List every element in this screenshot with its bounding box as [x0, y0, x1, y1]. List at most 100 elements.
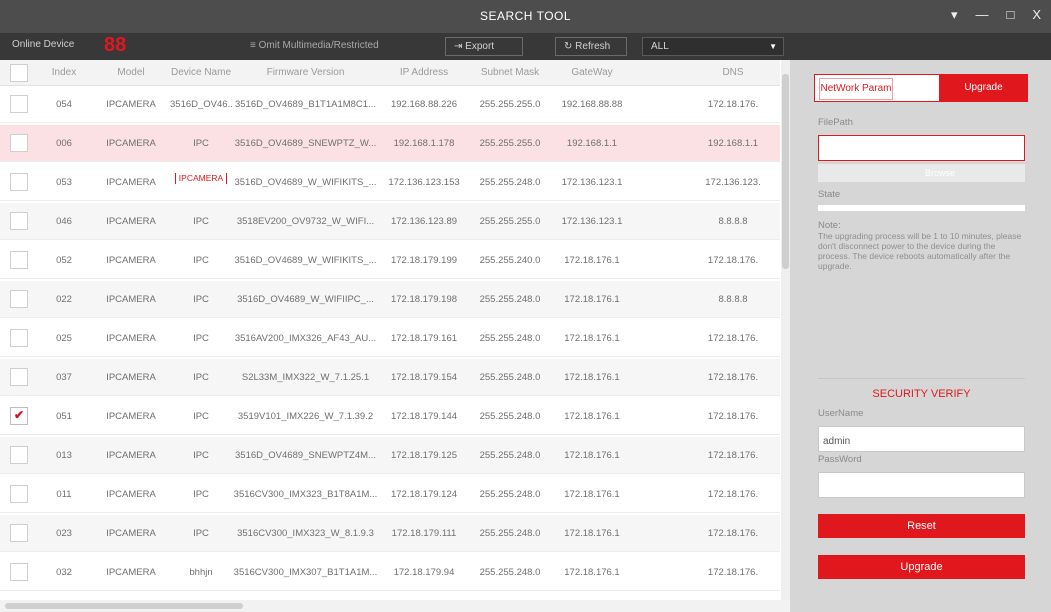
multicast-filter-label[interactable]: ≡ Omit Multimedia/Restricted	[250, 40, 379, 51]
minimize-icon[interactable]: —	[975, 6, 988, 24]
row-checkbox[interactable]: ✔	[10, 407, 28, 425]
upgrade-button[interactable]: Upgrade	[818, 555, 1025, 579]
table-horizontal-scrollbar[interactable]	[0, 600, 790, 612]
cell-index: 025	[56, 333, 72, 344]
cell-index: 046	[56, 216, 72, 227]
filter-icon: ≡	[250, 40, 259, 51]
cell-name: IPC	[193, 372, 209, 383]
cell-name: 3516D_OV46...	[170, 99, 232, 110]
column-header-index[interactable]: Index	[44, 67, 84, 78]
table-row[interactable]: ✔ 051 IPCAMERA IPC 3519V101_IMX226_W_7.1.39.…	[0, 398, 780, 435]
filepath-input[interactable]	[818, 135, 1025, 161]
password-field[interactable]	[818, 472, 1025, 498]
table-row[interactable]: 052 IPCAMERA IPC 3516D_OV4689_W_WIFIKITS_..…	[0, 242, 780, 279]
cell-name[interactable]: IPCAMERA	[170, 173, 232, 184]
row-checkbox[interactable]	[10, 95, 28, 113]
cell-name: IPC	[193, 489, 209, 500]
column-header-dns[interactable]: DNS	[700, 67, 766, 78]
maximize-icon[interactable]: □	[1006, 6, 1014, 24]
cell-gw: 172.136.123.1	[561, 177, 623, 188]
menu-dropdown-icon[interactable]: ▾	[951, 6, 958, 24]
table-row[interactable]: 022 IPCAMERA IPC 3516D_OV4689_W_WIFIIPC_...…	[0, 281, 780, 318]
row-checkbox[interactable]	[10, 173, 28, 191]
checkmark-icon: ✔	[14, 408, 25, 422]
note-text: The upgrading process will be 1 to 10 mi…	[818, 231, 1022, 271]
row-checkbox[interactable]	[10, 329, 28, 347]
cell-gw: 172.18.176.1	[564, 255, 620, 266]
cell-gw: 172.18.176.1	[564, 411, 620, 422]
column-header-mask[interactable]: Subnet Mask	[470, 67, 550, 78]
table-row[interactable]: 037 IPCAMERA IPC S2L33M_IMX322_W_7.1.25.1 17…	[0, 359, 780, 396]
column-header-fw[interactable]: Firmware Version	[233, 67, 378, 78]
cell-index: 037	[56, 372, 72, 383]
cell-ip: 172.18.179.199	[390, 255, 458, 266]
cell-model: IPCAMERA	[106, 294, 156, 305]
browse-button[interactable]: Browse	[818, 164, 1025, 182]
tab-network-param[interactable]: NetWork Param	[819, 78, 893, 100]
select-all-checkbox[interactable]	[10, 64, 28, 82]
filepath-label: FilePath	[818, 117, 853, 128]
table-vertical-scrollbar[interactable]	[781, 60, 790, 600]
cell-ip: 172.18.179.124	[390, 489, 458, 500]
cell-dns: 172.18.176.	[707, 528, 759, 539]
cell-ip: 172.136.123.153	[388, 177, 460, 188]
refresh-button[interactable]: ↻ Refresh	[555, 37, 627, 56]
row-checkbox[interactable]	[10, 134, 28, 152]
device-name-edit-field[interactable]: IPCAMERA	[174, 173, 228, 184]
cell-index: 011	[56, 489, 72, 500]
device-filter-select[interactable]: ALL ▼	[642, 37, 784, 56]
cell-gw: 172.136.123.1	[561, 216, 623, 227]
column-header-gw[interactable]: GateWay	[552, 67, 632, 78]
row-checkbox[interactable]	[10, 290, 28, 308]
table-row[interactable]: 046 IPCAMERA IPC 3518EV200_OV9732_W_WIFI...…	[0, 203, 780, 240]
cell-ip: 172.18.179.161	[390, 333, 458, 344]
table-row[interactable]: 006 IPCAMERA IPC 3516D_OV4689_SNEWPTZ_W... 1…	[0, 125, 780, 162]
cell-fw: 3516D_OV4689_W_WIFIKITS_...	[234, 255, 377, 266]
export-icon: ⇥	[454, 41, 466, 52]
cell-index: 051	[56, 411, 72, 422]
row-checkbox[interactable]	[10, 212, 28, 230]
row-checkbox[interactable]	[10, 251, 28, 269]
scrollbar-thumb[interactable]	[5, 603, 243, 609]
close-icon[interactable]: X	[1032, 6, 1041, 24]
cell-fw: 3516CV300_IMX323_B1T8A1M...	[233, 489, 378, 500]
cell-name: IPC	[193, 216, 209, 227]
cell-ip: 192.168.1.178	[393, 138, 455, 149]
cell-model: IPCAMERA	[106, 216, 156, 227]
state-label: State	[818, 189, 841, 200]
device-table: Index Model Device Name Firmware Version IP …	[0, 60, 790, 600]
table-header: Index Model Device Name Firmware Version IP …	[0, 60, 780, 86]
reset-button[interactable]: Reset	[818, 514, 1025, 538]
scrollbar-thumb[interactable]	[782, 74, 789, 269]
password-label: PassWord	[818, 454, 862, 465]
row-checkbox[interactable]	[10, 524, 28, 542]
cell-gw: 172.18.176.1	[564, 528, 620, 539]
row-checkbox[interactable]	[10, 485, 28, 503]
row-checkbox[interactable]	[10, 563, 28, 581]
table-row[interactable]: 013 IPCAMERA IPC 3516D_OV4689_SNEWPTZ4M... 1…	[0, 437, 780, 474]
cell-model: IPCAMERA	[106, 138, 156, 149]
cell-model: IPCAMERA	[106, 450, 156, 461]
export-button[interactable]: ⇥ Export	[445, 37, 523, 56]
cell-fw: 3516D_OV4689_B1T1A1M8C1...	[234, 99, 376, 110]
cell-dns: 172.18.176.	[707, 450, 759, 461]
cell-dns: 172.18.176.	[707, 567, 759, 578]
row-checkbox[interactable]	[10, 368, 28, 386]
tab-upgrade[interactable]: Upgrade	[939, 74, 1028, 102]
cell-model: IPCAMERA	[106, 567, 156, 578]
cell-ip: 172.18.179.154	[390, 372, 458, 383]
column-header-ip[interactable]: IP Address	[381, 67, 467, 78]
username-field[interactable]: admin	[818, 426, 1025, 452]
table-row[interactable]: 053 IPCAMERA IPCAMERA 3516D_OV4689_W_WIFIKI…	[0, 164, 780, 201]
column-header-model[interactable]: Model	[98, 67, 164, 78]
table-row[interactable]: 025 IPCAMERA IPC 3516AV200_IMX326_AF43_AU..…	[0, 320, 780, 357]
column-header-name[interactable]: Device Name	[170, 67, 232, 78]
cell-ip: 172.136.123.89	[390, 216, 458, 227]
table-row[interactable]: 054 IPCAMERA 3516D_OV46... 3516D_OV4689_B1T…	[0, 86, 780, 123]
row-checkbox[interactable]	[10, 446, 28, 464]
table-row[interactable]: 011 IPCAMERA IPC 3516CV300_IMX323_B1T8A1M..…	[0, 476, 780, 513]
window-title: SEARCH TOOL	[479, 9, 572, 23]
table-row[interactable]: 032 IPCAMERA bhhjn 3516CV300_IMX307_B1T1A1M…	[0, 554, 780, 591]
table-row[interactable]: 023 IPCAMERA IPC 3516CV300_IMX323_W_8.1.9.3…	[0, 515, 780, 552]
cell-name: bhhjn	[189, 567, 213, 578]
